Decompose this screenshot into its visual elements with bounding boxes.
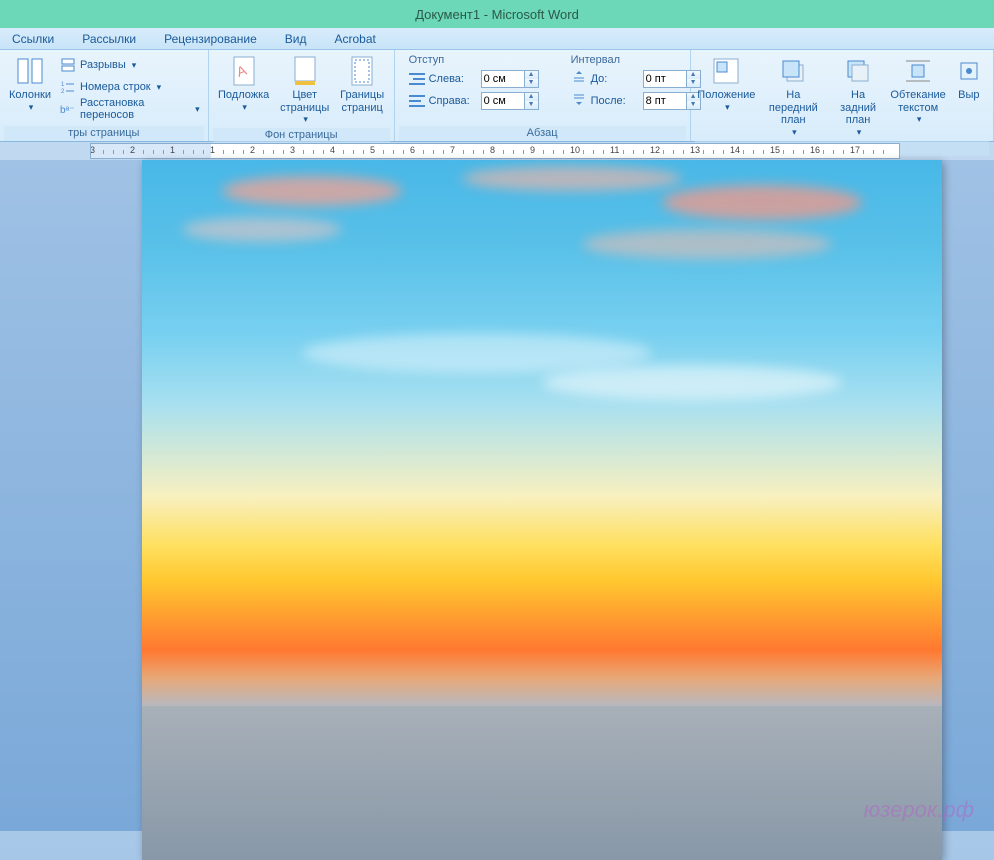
watermark-button[interactable]: A Подложка ▾ <box>213 52 275 116</box>
group-arrange: Положение ▾ На передний план ▾ На задний… <box>691 50 994 141</box>
hyphenation-button[interactable]: bᵃ⁻ Расстановка переносов▾ <box>56 98 204 120</box>
ruler-number: 1 <box>210 145 215 155</box>
ruler-area: 3211234567891011121314151617 <box>0 142 994 160</box>
ruler-number: 9 <box>530 145 535 155</box>
watermark-text: юзерок.рф <box>864 797 974 823</box>
line-numbers-button[interactable]: 12 Номера строк▾ <box>56 76 204 98</box>
chevron-down-icon: ▾ <box>132 60 137 71</box>
hyphenation-icon: bᵃ⁻ <box>60 101 76 117</box>
tab-review[interactable]: Рецензирование <box>164 32 257 46</box>
group-label-page-background: Фон страницы <box>213 128 390 143</box>
chevron-down-icon: ▾ <box>725 102 730 113</box>
title-text: Документ1 - Microsoft Word <box>415 7 579 22</box>
bring-front-button[interactable]: На передний план ▾ <box>758 52 828 141</box>
columns-icon <box>14 55 46 87</box>
inserted-image[interactable] <box>142 160 942 860</box>
tab-acrobat[interactable]: Acrobat <box>335 32 376 46</box>
ruler-number: 11 <box>610 145 619 155</box>
cityscape <box>142 706 942 860</box>
ribbon: Колонки ▾ Разрывы▾ 12 Номера строк▾ bᵃ⁻ … <box>0 50 994 142</box>
text-wrap-icon <box>902 55 934 87</box>
page-color-icon <box>289 55 321 87</box>
ruler-number: 7 <box>450 145 455 155</box>
spacing-section: Интервал До: ▲▼ После: ▲▼ <box>565 52 707 114</box>
document-area <box>0 160 994 831</box>
ruler-number: 4 <box>330 145 335 155</box>
page-borders-icon <box>346 55 378 87</box>
columns-button[interactable]: Колонки ▾ <box>4 52 56 116</box>
send-back-button[interactable]: На задний план ▾ <box>829 52 888 141</box>
line-numbers-icon: 12 <box>60 79 76 95</box>
chevron-down-icon: ▾ <box>29 102 34 113</box>
chevron-down-icon: ▾ <box>303 114 308 125</box>
watermark-icon: A <box>228 55 260 87</box>
breaks-button[interactable]: Разрывы▾ <box>56 54 204 76</box>
ruler-number: 6 <box>410 145 415 155</box>
group-page-background: A Подложка ▾ Цвет страницы ▾ Границы стр… <box>209 50 395 141</box>
ruler-number: 2 <box>130 145 135 155</box>
spin-down-icon[interactable]: ▼ <box>525 101 538 109</box>
tab-view[interactable]: Вид <box>285 32 307 46</box>
title-bar: Документ1 - Microsoft Word <box>0 0 994 28</box>
ruler-number: 17 <box>850 145 860 155</box>
tab-references[interactable]: Ссылки <box>12 32 54 46</box>
ruler-number: 15 <box>770 145 780 155</box>
align-button[interactable]: Выр <box>949 52 989 105</box>
ruler-number: 2 <box>250 145 255 155</box>
clouds <box>142 160 942 475</box>
align-icon <box>953 55 985 87</box>
svg-text:2: 2 <box>61 89 65 95</box>
ruler-number: 14 <box>730 145 740 155</box>
position-button[interactable]: Положение ▾ <box>695 52 759 116</box>
spin-up-icon[interactable]: ▲ <box>525 93 538 101</box>
chevron-down-icon: ▾ <box>917 114 922 125</box>
group-page-setup: Колонки ▾ Разрывы▾ 12 Номера строк▾ bᵃ⁻ … <box>0 50 209 141</box>
page-borders-button[interactable]: Границы страниц <box>335 52 390 117</box>
ruler-number: 5 <box>370 145 375 155</box>
ruler-number: 16 <box>810 145 820 155</box>
svg-text:1: 1 <box>61 82 65 88</box>
group-paragraph: Отступ Слева: ▲▼ Справа: ▲▼ <box>395 50 691 141</box>
spin-up-icon[interactable]: ▲ <box>525 71 538 79</box>
send-back-icon <box>842 55 874 87</box>
ruler-number: 12 <box>650 145 660 155</box>
indent-right-input[interactable]: ▲▼ <box>481 92 539 110</box>
spacing-before-icon <box>571 70 587 89</box>
spacing-after-icon <box>571 92 587 111</box>
indent-left-input[interactable]: ▲▼ <box>481 70 539 88</box>
chevron-down-icon: ▾ <box>792 127 797 138</box>
tab-mailings[interactable]: Рассылки <box>82 32 136 46</box>
ruler-number: 1 <box>170 145 175 155</box>
chevron-down-icon: ▾ <box>157 82 162 93</box>
breaks-icon <box>60 57 76 73</box>
indent-right-icon <box>409 94 425 108</box>
indent-left-icon <box>409 72 425 86</box>
bring-front-icon <box>777 55 809 87</box>
text-wrap-button[interactable]: Обтекание текстом ▾ <box>888 52 949 128</box>
page-color-button[interactable]: Цвет страницы ▾ <box>275 52 335 128</box>
ruler-number: 3 <box>90 145 95 155</box>
svg-text:bᵃ⁻: bᵃ⁻ <box>60 105 75 116</box>
indent-section: Отступ Слева: ▲▼ Справа: ▲▼ <box>403 52 545 114</box>
chevron-down-icon: ▾ <box>242 102 247 113</box>
document-page[interactable] <box>142 160 942 860</box>
ribbon-tabs: Ссылки Рассылки Рецензирование Вид Acrob… <box>0 28 994 50</box>
ruler-number: 13 <box>690 145 700 155</box>
chevron-down-icon: ▾ <box>857 127 862 138</box>
group-label-paragraph: Абзац <box>399 126 686 141</box>
ruler-number: 3 <box>290 145 295 155</box>
group-label-page-setup: тры страницы <box>4 126 204 141</box>
ruler-number: 10 <box>570 145 580 155</box>
horizontal-ruler[interactable]: 3211234567891011121314151617 <box>90 143 900 159</box>
position-icon <box>710 55 742 87</box>
spin-down-icon[interactable]: ▼ <box>525 79 538 87</box>
ruler-number: 8 <box>490 145 495 155</box>
chevron-down-icon: ▾ <box>195 104 200 115</box>
